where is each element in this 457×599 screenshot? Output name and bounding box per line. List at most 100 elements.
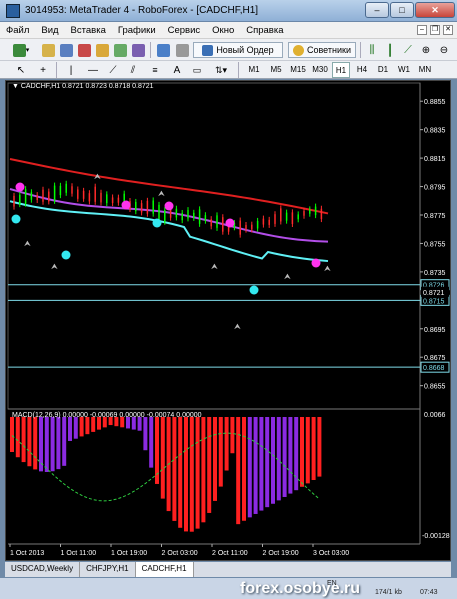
tf-mn[interactable]: MN <box>416 62 434 78</box>
fibonacci-button[interactable]: ≡ <box>148 62 162 78</box>
mdi-minimize-icon[interactable]: – <box>417 25 427 35</box>
macd-histogram-bar <box>91 417 96 432</box>
mdi-restore-icon[interactable]: ❐ <box>430 25 440 35</box>
macd-histogram-bar <box>137 417 142 431</box>
tf-w1[interactable]: W1 <box>395 62 413 78</box>
tf-d1[interactable]: D1 <box>374 62 392 78</box>
terminal-button[interactable] <box>112 42 128 58</box>
properties-button[interactable] <box>155 42 171 58</box>
macd-histogram-bar <box>62 417 67 466</box>
macd-histogram-bar <box>218 417 223 487</box>
chart-tabs: USDCAD,Weekly CHFJPY,H1 CADCHF,H1 <box>5 562 451 577</box>
menu-help[interactable]: Справка <box>240 25 289 36</box>
menu-window[interactable]: Окно <box>206 25 240 36</box>
crosshair-nav-button[interactable] <box>174 42 190 58</box>
time-tick-label: 3 Oct 03:00 <box>313 550 349 557</box>
macd-histogram-bar <box>15 417 20 458</box>
menu-charts[interactable]: Графики <box>112 25 162 36</box>
clock: 07:43 <box>420 589 438 596</box>
current-price-label: 0.8721 <box>423 290 445 297</box>
properties-icon <box>156 43 170 57</box>
fractal-arrow-icon: ⮝ <box>24 239 31 248</box>
expert-advisors-button[interactable]: Советники <box>288 42 356 58</box>
macd-histogram-bar <box>160 417 165 499</box>
tab-cadchf-h1[interactable]: CADCHF,H1 <box>135 562 194 577</box>
macd-histogram-bar <box>44 417 49 472</box>
new-chart-button[interactable]: ▾ <box>8 42 34 58</box>
tf-h4[interactable]: H4 <box>353 62 371 78</box>
vertical-line-button[interactable]: | <box>64 62 78 78</box>
minimize-button[interactable]: – <box>365 2 389 18</box>
drawing-toolbar: ↖ + | — ⟋ ⫽ ≡ A ▭ ⇅▾ M1 M5 M15 M30 H1 H4… <box>0 61 457 79</box>
new-order-icon <box>202 44 214 56</box>
line-chart-icon: ⟋ <box>404 43 412 56</box>
level-label: 0.8668 <box>423 365 445 372</box>
tf-m30[interactable]: M30 <box>310 62 330 78</box>
crosshair-button[interactable]: + <box>36 62 50 78</box>
price-chart[interactable]: 0.8855 0.8835 0.8815 0.8795 0.8775 0.8755 0.87… <box>6 81 451 561</box>
time-tick-label: 2 Oct 03:00 <box>162 550 198 557</box>
tab-usdcad-weekly[interactable]: USDCAD,Weekly <box>5 562 81 577</box>
fractal-arrow-icon: ⮝ <box>211 262 218 271</box>
cyan-signal-dot <box>61 250 71 260</box>
navigation-icon <box>175 43 189 57</box>
tester-icon <box>131 43 145 57</box>
navigator-button[interactable] <box>94 42 110 58</box>
macd-histogram-bar <box>207 417 212 513</box>
tf-m1[interactable]: M1 <box>245 62 263 78</box>
text-button[interactable]: A <box>170 62 184 78</box>
macd-histogram-bar <box>247 417 252 518</box>
macd-histogram-bar <box>224 417 229 471</box>
macd-histogram-bar <box>56 417 61 470</box>
bar-chart-button[interactable]: ⫼ <box>364 42 380 58</box>
profiles-button[interactable] <box>40 42 56 58</box>
candlestick-button[interactable]: ┃ <box>382 42 398 58</box>
market-watch-button[interactable] <box>58 42 74 58</box>
menu-file[interactable]: Файл <box>0 25 35 36</box>
chart-window[interactable]: 0.8855 0.8835 0.8815 0.8795 0.8775 0.8755 0.87… <box>5 80 451 561</box>
zoom-in-button[interactable]: ⊕ <box>418 42 434 58</box>
tester-button[interactable] <box>130 42 146 58</box>
close-button[interactable]: ✕ <box>415 2 455 18</box>
tf-m15[interactable]: M15 <box>288 62 308 78</box>
macd-histogram-bar <box>305 417 310 484</box>
macd-histogram-bar <box>10 417 14 452</box>
candlestick-icon: ┃ <box>386 44 394 57</box>
menu-tools[interactable]: Сервис <box>162 25 207 36</box>
new-order-button[interactable]: Новый Ордер <box>193 42 283 58</box>
time-tick-label: 1 Oct 19:00 <box>111 550 147 557</box>
price-tick-label: 0.8835 <box>424 128 446 135</box>
channel-button[interactable]: ⫽ <box>126 62 140 78</box>
arrows-button[interactable]: ⇅▾ <box>210 62 232 78</box>
text-label-icon: ▭ <box>192 64 202 75</box>
macd-histogram-bar <box>213 417 217 501</box>
channel-icon: ⫽ <box>130 64 136 76</box>
symbol-info: ▼ CADCHF,H1 0.8721 0.8723 0.8718 0.8721 <box>12 83 154 90</box>
horizontal-line-button[interactable]: — <box>86 62 100 78</box>
cursor-button[interactable]: ↖ <box>14 62 28 78</box>
vertical-line-icon: | <box>69 64 73 76</box>
magenta-signal-dot <box>15 182 25 192</box>
new-order-label: Новый Ордер <box>216 45 274 55</box>
trendline-button[interactable]: ⟋ <box>106 62 120 78</box>
tf-h1[interactable]: H1 <box>332 62 350 78</box>
menu-view[interactable]: Вид <box>35 25 64 36</box>
folder-icon <box>41 43 55 57</box>
magenta-signal-dot <box>225 218 235 228</box>
macd-histogram-bar <box>236 417 241 525</box>
trendline-icon: ⟋ <box>109 64 117 76</box>
tf-m5[interactable]: M5 <box>267 62 285 78</box>
fractal-arrow-icon: ⮝ <box>158 189 165 198</box>
macd-histogram-bar <box>189 417 194 532</box>
symbol-info-text: CADCHF,H1 0.8721 0.8723 0.8718 0.8721 <box>20 83 154 90</box>
maximize-button[interactable]: □ <box>390 2 414 18</box>
price-tick-label: 0.8695 <box>424 327 446 334</box>
zoom-out-button[interactable]: ⊖ <box>436 42 452 58</box>
line-chart-button[interactable]: ⟋ <box>400 42 416 58</box>
data-window-button[interactable] <box>76 42 92 58</box>
menu-insert[interactable]: Вставка <box>65 25 112 36</box>
mdi-close-icon[interactable]: ✕ <box>443 25 453 35</box>
tab-chfjpy-h1[interactable]: CHFJPY,H1 <box>80 562 136 577</box>
new-chart-icon <box>12 43 26 57</box>
text-label-button[interactable]: ▭ <box>190 62 204 78</box>
